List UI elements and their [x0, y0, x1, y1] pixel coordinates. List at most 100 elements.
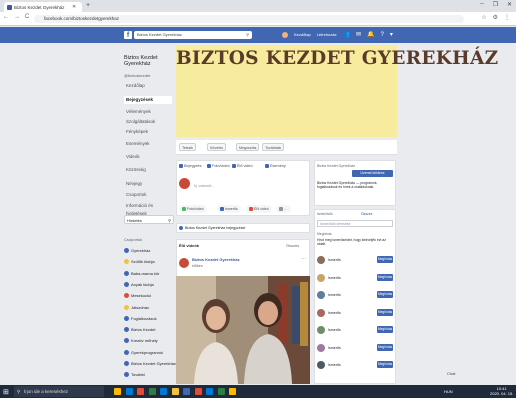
sidebar-item-0[interactable]: Kezdőlap: [124, 82, 172, 90]
send-message-button[interactable]: Üzenet küldése: [352, 170, 393, 177]
invite-button[interactable]: Meghívás: [377, 256, 393, 263]
facebook-search-input[interactable]: Biztos Kezdet Gyerekház ⚲: [134, 31, 252, 39]
chat-label[interactable]: Chat: [447, 371, 455, 376]
group-item[interactable]: Mesekuckó: [124, 291, 176, 300]
taskbar-app-icon[interactable]: [160, 388, 167, 395]
cover-action-1[interactable]: Követés: [207, 143, 226, 151]
composer-tab-2[interactable]: Élő videó: [232, 164, 253, 168]
friend-avatar[interactable]: [317, 326, 325, 334]
taskbar-app-icon[interactable]: [217, 388, 225, 395]
invite-button[interactable]: Meghívás: [377, 291, 393, 298]
group-item[interactable]: Biztos Kezdet Gyerekház: [124, 359, 176, 368]
invite-button[interactable]: Meghívás: [377, 308, 393, 316]
taskbar-app-icon[interactable]: [194, 388, 202, 395]
group-item[interactable]: Játszóház: [124, 303, 176, 312]
url-field[interactable]: facebook.com/biztoskezdetgyerekhaz: [34, 15, 464, 23]
taskbar-app-icon[interactable]: [183, 388, 190, 395]
composer-button-1[interactable]: Ismerős: [217, 205, 241, 213]
group-item[interactable]: Baba-mama kör: [124, 269, 176, 278]
friend-avatar[interactable]: [317, 308, 325, 317]
friends-icon[interactable]: 👥: [342, 31, 349, 38]
cover-action-2[interactable]: Megosztás: [236, 143, 260, 151]
taskbar-app-icon[interactable]: [114, 388, 121, 395]
friend-name[interactable]: Ismerős: [328, 311, 341, 315]
help-icon[interactable]: ?: [380, 32, 383, 38]
sidebar-item-2[interactable]: Vélemények: [124, 108, 172, 116]
composer-tab-3[interactable]: Esemény: [265, 164, 286, 168]
taskbar-app-icon[interactable]: [171, 388, 179, 395]
notifications-icon[interactable]: 🔔: [367, 31, 374, 38]
messenger-icon[interactable]: ✉: [356, 31, 361, 38]
close-tab-icon[interactable]: ✕: [72, 4, 76, 10]
friend-name[interactable]: Ismerős: [328, 276, 341, 280]
post-author[interactable]: Biztos Kezdet Gyerekház: [192, 257, 240, 262]
friend-avatar[interactable]: [317, 361, 325, 369]
sidebar-item-9[interactable]: Csoportok: [124, 191, 172, 199]
friend-name[interactable]: Ismerős: [328, 293, 341, 297]
group-item[interactable]: Gyerekprogramok: [124, 348, 176, 357]
nav-create[interactable]: Létrehozás: [317, 32, 337, 37]
composer-tab-0[interactable]: Bejegyzés: [179, 164, 202, 168]
friend-avatar[interactable]: [317, 273, 325, 282]
group-item[interactable]: Anyák klubja: [124, 280, 176, 289]
close-window-button[interactable]: ✕: [507, 1, 512, 8]
taskbar-app-icon[interactable]: [206, 388, 213, 395]
nav-home[interactable]: Kezdőlap: [294, 32, 311, 37]
friend-name[interactable]: Ismerős: [328, 258, 341, 262]
invite-button[interactable]: Meghívás: [377, 273, 393, 281]
bookmark-star-icon[interactable]: ☆: [481, 14, 486, 21]
info-bar[interactable]: Biztos Kezdet Gyerekház bejegyzései: [176, 223, 310, 233]
invite-button[interactable]: Meghívás: [377, 343, 393, 351]
extension-icon[interactable]: ⚙: [493, 14, 498, 21]
back-button[interactable]: ←: [3, 14, 9, 20]
post-timestamp[interactable]: élőben: [192, 264, 203, 268]
composer-button-0[interactable]: Fotó/videó: [179, 205, 207, 213]
friend-search-input[interactable]: Ismerősök keresése: [317, 220, 393, 227]
sidebar-item-7[interactable]: Közösség: [124, 166, 172, 174]
group-item[interactable]: Kreatív műhely: [124, 336, 176, 345]
group-item[interactable]: Szülők klubja: [124, 257, 176, 266]
taskbar-clock[interactable]: 10:41 2020. 04. 15.: [490, 386, 513, 396]
cover-action-0[interactable]: Tetszik: [179, 143, 196, 151]
page-handle[interactable]: @biztoskezdet: [124, 73, 150, 78]
video-player[interactable]: [176, 276, 310, 384]
invite-button[interactable]: Meghívás: [377, 326, 393, 333]
friend-avatar[interactable]: [317, 291, 325, 299]
invite-button[interactable]: Meghívás: [377, 361, 393, 368]
account-menu-icon[interactable]: ▾: [390, 31, 393, 38]
friend-name[interactable]: Ismerős: [328, 328, 341, 332]
cover-action-3[interactable]: Továbbiak: [262, 143, 285, 151]
search-icon[interactable]: ⚲: [246, 31, 249, 39]
taskbar-search-input[interactable]: ⚲ Írjon ide a kereséshez: [14, 386, 104, 397]
friend-avatar[interactable]: [317, 343, 325, 352]
taskbar-app-icon[interactable]: [229, 388, 236, 395]
reload-button[interactable]: C: [25, 14, 29, 20]
composer-input[interactable]: Írj valamit...: [194, 183, 214, 188]
forward-button[interactable]: →: [14, 14, 20, 20]
friend-name[interactable]: Ismerős: [328, 346, 341, 350]
browser-tab[interactable]: Biztos Kezdet Gyerekház ✕: [4, 2, 82, 12]
taskbar-app-icon[interactable]: [137, 388, 144, 395]
composer-button-2[interactable]: Élő videó: [246, 205, 272, 213]
group-item[interactable]: Gyerekház: [124, 246, 176, 255]
taskbar-app-icon[interactable]: [148, 388, 156, 395]
taskbar-app-icon[interactable]: [125, 388, 133, 395]
see-all-link[interactable]: Összes: [361, 212, 372, 216]
sidebar-item-3[interactable]: Szolgáltatások: [124, 118, 172, 126]
sidebar-item-10[interactable]: Információ és hirdetések: [124, 202, 172, 216]
composer-button-3[interactable]: …: [276, 205, 291, 213]
sidebar-item-4[interactable]: Fényképek: [124, 128, 172, 136]
composer-tab-1[interactable]: Fotó/videó: [207, 164, 230, 168]
facebook-logo-icon[interactable]: f: [124, 31, 132, 39]
post-author-avatar[interactable]: [179, 258, 189, 268]
maximize-button[interactable]: ❐: [493, 1, 498, 8]
friend-avatar[interactable]: [317, 256, 325, 264]
profile-avatar[interactable]: [282, 31, 288, 38]
post-see-all-link[interactable]: Összes: [286, 243, 299, 248]
friend-name[interactable]: Ismerős: [328, 363, 341, 367]
group-item[interactable]: Foglalkozások: [124, 314, 176, 323]
menu-kebab-icon[interactable]: ⋮: [504, 14, 510, 21]
sidebar-item-6[interactable]: Videók: [124, 153, 172, 161]
group-item[interactable]: További: [124, 370, 176, 379]
new-tab-button[interactable]: +: [86, 2, 90, 9]
